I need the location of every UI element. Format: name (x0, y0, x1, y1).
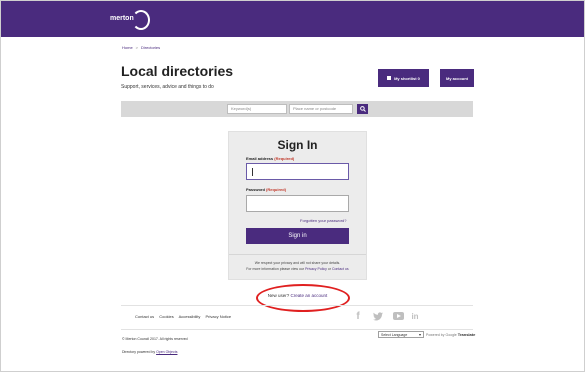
password-label-text: Password (246, 187, 265, 192)
footer-link-privacy-notice[interactable]: Privacy Notice (206, 314, 232, 319)
password-label: Password (Required) (246, 187, 286, 192)
translate-link[interactable]: Translate (458, 332, 476, 337)
chevron-down-icon: ▾ (418, 332, 421, 337)
translate-prefix: Powered by (426, 333, 445, 337)
panel-divider (229, 254, 366, 255)
contact-us-link[interactable]: Contact us (332, 267, 349, 271)
copyright-text: © Merton Council 2017. All rights reserv… (122, 337, 188, 341)
page-title: Local directories (121, 63, 234, 79)
privacy-prefix: For more information please view our (246, 267, 305, 271)
youtube-play-shape (392, 312, 404, 320)
footer-link-accessibility[interactable]: Accessibility (179, 314, 201, 319)
linkedin-icon[interactable]: in (410, 310, 420, 322)
twitter-icon[interactable] (373, 310, 383, 322)
email-label: Email address (Required) (246, 156, 294, 161)
my-account-button[interactable]: My account (440, 69, 474, 87)
open-objects-link[interactable]: Open Objects (156, 350, 177, 354)
google-translate-credit: Powered by Google Translate (426, 331, 475, 339)
language-select-value: Select Language (381, 332, 408, 337)
site-header: merton (1, 1, 584, 37)
signin-title: Sign In (277, 138, 318, 152)
password-required-text: (Required) (266, 187, 287, 192)
email-required-text: (Required) (274, 156, 295, 161)
powered-by-prefix: Directory powered by (122, 350, 156, 354)
email-field[interactable] (246, 163, 349, 180)
text-cursor (252, 168, 253, 176)
footer-links: Contact us Cookies Accessibility Privacy… (135, 314, 235, 319)
language-select[interactable]: Select Language ▾ (378, 331, 424, 338)
shortlist-icon (387, 76, 392, 80)
privacy-info-line: For more information please view our Pri… (228, 267, 367, 271)
footer-link-cookies[interactable]: Cookies (159, 314, 173, 319)
privacy-policy-link[interactable]: Privacy Policy (305, 267, 327, 271)
privacy-or: or (327, 267, 331, 271)
sign-in-button[interactable]: Sign in (246, 228, 349, 244)
footer-link-contact-us[interactable]: Contact us (135, 314, 154, 319)
breadcrumb-separator: > (135, 45, 139, 50)
footer-divider-bottom (121, 329, 473, 330)
youtube-icon[interactable] (392, 310, 404, 322)
breadcrumb: Home > Directories (122, 45, 160, 50)
keyword-input[interactable]: Keyword(s) (227, 104, 287, 114)
page-subtitle: Support, services, advice and things to … (121, 84, 214, 90)
breadcrumb-current[interactable]: Directories (141, 45, 160, 50)
forgotten-password-link[interactable]: Forgotten your password? (300, 218, 346, 223)
breadcrumb-home[interactable]: Home (122, 45, 133, 50)
logo-text: merton (110, 15, 134, 22)
powered-by-text: Directory powered by Open Objects (122, 350, 177, 354)
password-field[interactable] (246, 195, 349, 212)
merton-logo[interactable]: merton (108, 8, 154, 32)
privacy-notice-line: We respect your privacy and will not sha… (254, 261, 341, 265)
google-logo-text: Google (445, 333, 457, 337)
logo-ring-icon (132, 10, 150, 30)
highlight-ellipse (256, 284, 350, 312)
my-shortlist-button[interactable]: My shortlist 0 (378, 69, 429, 87)
twitter-bird-shape (373, 311, 383, 320)
email-label-text: Email address (246, 156, 274, 161)
search-icon (359, 106, 366, 112)
footer-divider (121, 305, 473, 306)
facebook-icon[interactable]: f (354, 310, 362, 322)
search-button[interactable] (357, 104, 368, 114)
place-input[interactable]: Place name or postcode (289, 104, 353, 114)
my-shortlist-label: My shortlist 0 (394, 75, 420, 81)
